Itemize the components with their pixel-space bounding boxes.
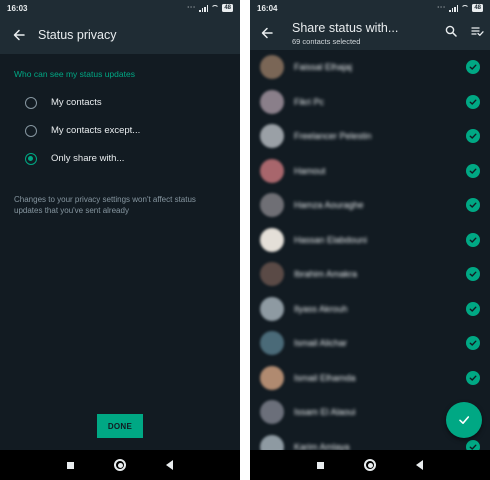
contact-list: Faissal Elhajaj Fikri Pc Freelancer Pelest… [250,50,490,464]
privacy-options: My contacts My contacts except... Only s… [0,89,240,172]
check-icon[interactable] [466,129,480,144]
option-my-contacts[interactable]: My contacts [0,89,240,116]
contact-name: Hassan Elabdouni [294,234,368,245]
app-bar: Status privacy [0,16,240,54]
status-icons: ··· 48 [187,4,233,12]
search-icon[interactable] [445,24,457,42]
option-only-share-with[interactable]: Only share with... [0,145,240,172]
share-status-screen: 16:04 ··· 48 Share status with... 69 con… [250,0,490,480]
avatar [260,55,284,80]
avatar [260,124,284,149]
contact-row[interactable]: Faissal Elhajaj [250,50,490,85]
app-bar: Share status with... 69 contacts selecte… [250,16,490,50]
battery-icon: 48 [472,4,483,12]
status-time: 16:04 [257,3,278,13]
contact-name: Faissal Elhajaj [294,62,353,73]
avatar [260,227,284,252]
contact-name: Issam El Alaoui [294,407,356,418]
radio-button-selected[interactable] [25,152,37,165]
system-nav-bar [250,450,490,480]
home-icon[interactable] [114,459,126,471]
wifi-icon [211,5,220,11]
avatar [260,365,284,390]
contact-name: Hamza Aouraghe [294,200,364,211]
battery-icon: 48 [222,4,233,12]
check-icon[interactable] [466,94,480,109]
check-icon[interactable] [466,267,480,282]
status-bar: 16:04 ··· 48 [250,0,490,16]
title-stack: Share status with... 69 contacts selecte… [292,21,398,46]
check-icon[interactable] [466,198,480,213]
contact-name: Ismail Alichar [294,338,348,349]
recents-icon[interactable] [67,461,74,469]
check-icon[interactable] [466,336,480,351]
recents-icon[interactable] [317,461,324,469]
nav-back-icon[interactable] [166,460,173,470]
back-arrow-icon[interactable] [250,16,284,50]
contact-row[interactable]: Ibrahim Amakra [250,257,490,292]
contact-row[interactable]: Hamout [250,154,490,189]
contact-row[interactable]: Fikri Pc [250,85,490,120]
contact-name: Hamout [294,165,326,176]
section-label: Who can see my status updates [14,69,135,79]
contact-row[interactable]: Ismail Elhamda [250,361,490,396]
done-button[interactable]: DONE [97,414,143,438]
wifi-icon [461,5,470,11]
select-all-icon[interactable] [471,24,484,42]
avatar [260,262,284,287]
option-label: My contacts except... [51,125,141,136]
status-bar: 16:03 ··· 48 [0,0,240,16]
privacy-note: Changes to your privacy settings won't a… [14,195,196,215]
signal-icon [449,4,459,12]
avatar [260,296,284,321]
contact-name: Ibrahim Amakra [294,269,358,280]
radio-button[interactable] [25,96,37,109]
check-icon[interactable] [466,301,480,316]
check-icon[interactable] [466,232,480,247]
contact-name: Fikri Pc [294,96,324,107]
option-label: Only share with... [51,153,125,164]
selected-count: 69 contacts selected [292,36,361,46]
option-label: My contacts [51,97,102,108]
check-icon[interactable] [466,163,480,178]
status-icons: ··· 48 [437,4,483,12]
notification-dots-icon: ··· [187,5,197,11]
system-nav-bar [0,450,240,480]
status-privacy-screen: 16:03 ··· 48 Status privacy Who can see … [0,0,240,480]
avatar [260,89,284,114]
home-icon[interactable] [364,459,376,471]
contact-row[interactable]: Ismail Alichar [250,326,490,361]
option-my-contacts-except[interactable]: My contacts except... [0,117,240,144]
page-title: Status privacy [38,28,117,42]
notification-dots-icon: ··· [437,5,447,11]
contact-row[interactable]: Ilyass Akrouh [250,292,490,327]
radio-button[interactable] [25,124,37,137]
back-arrow-icon[interactable] [0,16,38,54]
contact-name: Ilyass Akrouh [294,303,348,314]
app-bar-actions [445,16,484,50]
contact-name: Freelancer Pelestin [294,131,372,142]
check-icon[interactable] [466,370,480,385]
nav-back-icon[interactable] [416,460,423,470]
avatar [260,158,284,183]
confirm-fab[interactable] [446,402,482,438]
check-icon[interactable] [466,60,480,75]
contact-name: Ismail Elhamda [294,372,356,383]
avatar [260,400,284,425]
status-time: 16:03 [7,3,28,13]
contact-row[interactable]: Freelancer Pelestin [250,119,490,154]
avatar [260,193,284,218]
contact-row[interactable]: Hamza Aouraghe [250,188,490,223]
contact-row[interactable]: Hassan Elabdouni [250,223,490,258]
avatar [260,331,284,356]
page-title: Share status with... [292,20,399,35]
checkmark-icon [459,416,470,424]
signal-icon [199,4,209,12]
